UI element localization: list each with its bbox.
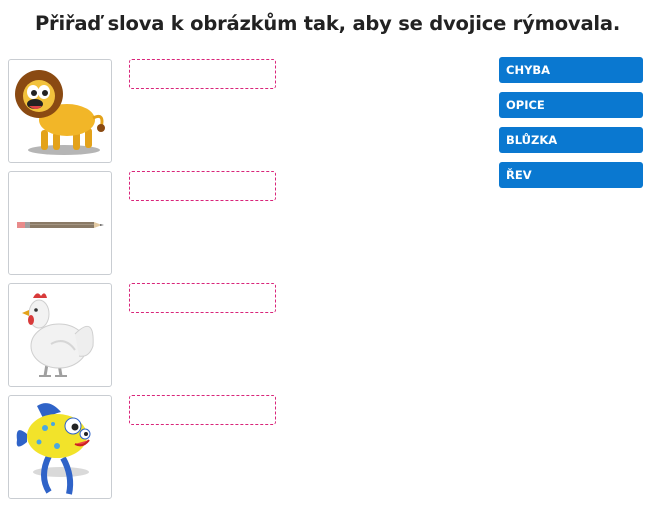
picture-card-2 (8, 171, 112, 275)
word-chip-opice[interactable]: OPICE (499, 92, 643, 118)
pencil-icon (17, 222, 104, 228)
picture-card-4 (8, 395, 112, 499)
picture-card-1 (8, 59, 112, 163)
hen-icon (22, 293, 94, 377)
lion-icon (15, 70, 105, 155)
word-chip-rev[interactable]: ŘEV (499, 162, 643, 188)
instruction-heading: Přiřaď slova k obrázkům tak, aby se dvoj… (34, 12, 621, 35)
drop-slot-1[interactable] (129, 59, 276, 89)
word-chip-bluzka[interactable]: BLŮZKA (499, 127, 643, 153)
word-chip-chyba[interactable]: CHYBA (499, 57, 643, 83)
drop-slot-2[interactable] (129, 171, 276, 201)
drop-slot-4[interactable] (129, 395, 276, 425)
picture-card-3 (8, 283, 112, 387)
drop-slot-3[interactable] (129, 283, 276, 313)
fish-icon (16, 403, 91, 495)
